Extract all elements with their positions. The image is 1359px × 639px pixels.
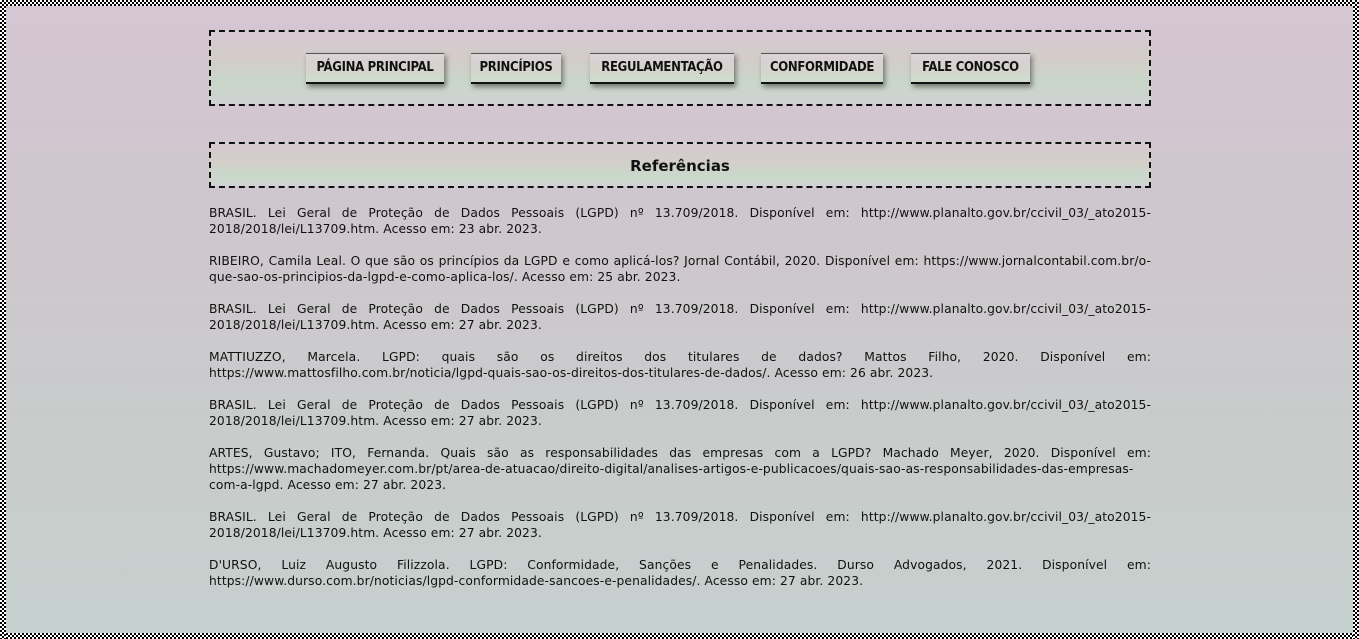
- references-list: BRASIL. Lei Geral de Proteção de Dados P…: [209, 205, 1151, 605]
- nav-button-regulamentacao[interactable]: REGULAMENTAÇÃO: [590, 53, 734, 84]
- nav-button-principios[interactable]: PRINCÍPIOS: [471, 53, 561, 84]
- nav-button-pagina-principal[interactable]: PÁGINA PRINCIPAL: [306, 53, 444, 84]
- page-border-left: [0, 0, 6, 639]
- reference-item: BRASIL. Lei Geral de Proteção de Dados P…: [209, 302, 1151, 332]
- reference-item: MATTIUZZO, Marcela. LGPD: quais são os d…: [209, 350, 1151, 380]
- page-title: Referências: [630, 157, 730, 175]
- reference-item: BRASIL. Lei Geral de Proteção de Dados P…: [209, 398, 1151, 428]
- reference-item: D'URSO, Luiz Augusto Filizzola. LGPD: Co…: [209, 558, 1151, 588]
- page-title-box: Referências: [209, 142, 1151, 188]
- reference-item: BRASIL. Lei Geral de Proteção de Dados P…: [209, 206, 1151, 236]
- reference-item: ARTES, Gustavo; ITO, Fernanda. Quais são…: [209, 446, 1151, 492]
- page-border-bottom: [0, 633, 1359, 639]
- page-border-top: [0, 0, 1359, 6]
- reference-item: RIBEIRO, Camila Leal. O que são os princ…: [209, 254, 1151, 284]
- nav-button-fale-conosco[interactable]: FALE CONOSCO: [911, 53, 1030, 84]
- nav-button-conformidade[interactable]: CONFORMIDADE: [761, 53, 883, 84]
- main-navigation: PÁGINA PRINCIPAL PRINCÍPIOS REGULAMENTAÇ…: [209, 30, 1151, 106]
- page-border-right: [1353, 0, 1359, 639]
- reference-item: BRASIL. Lei Geral de Proteção de Dados P…: [209, 510, 1151, 540]
